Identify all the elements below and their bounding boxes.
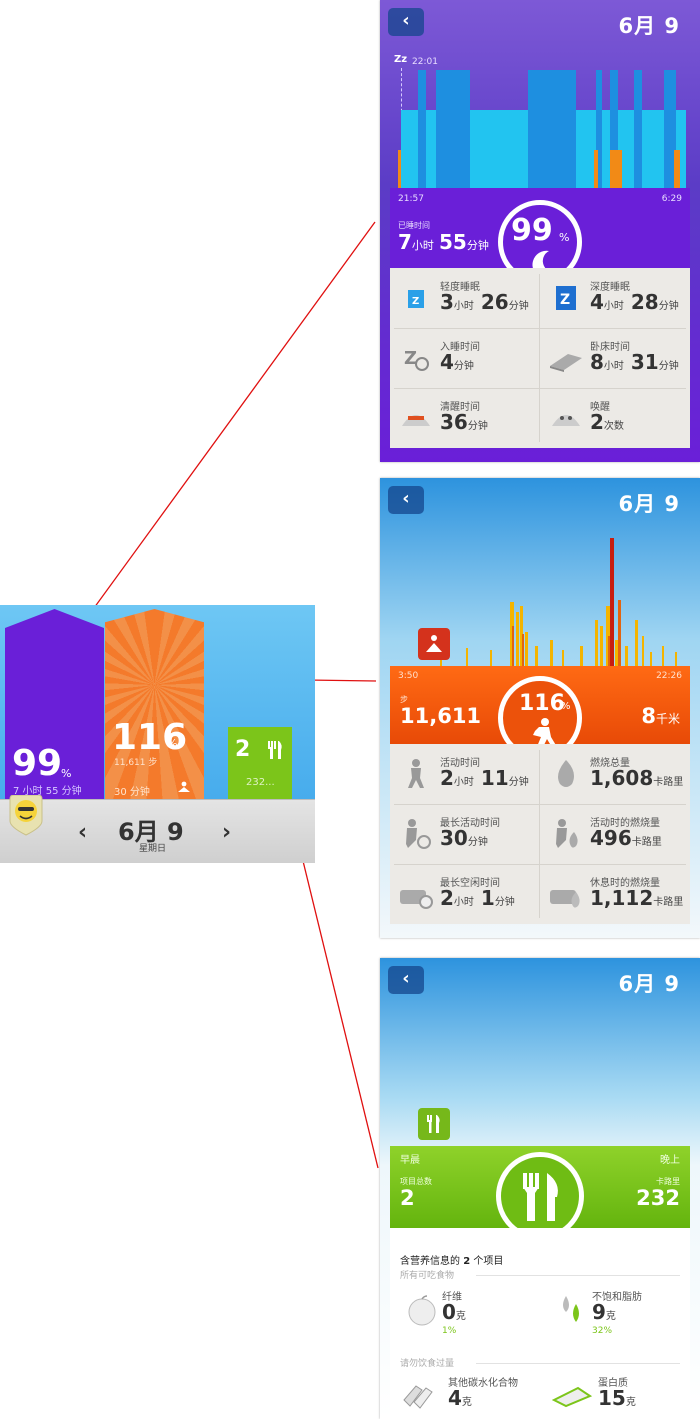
woken-face-icon (548, 402, 584, 434)
stat-woken: 唤醒 2次数 (540, 388, 690, 448)
meal-detail-panel: ‹ 6月 9 早晨 晚上 项目总数 2 卡路里 232 含营养信息的 2 个项目… (380, 958, 700, 1419)
panel-date: 6月 9 (618, 14, 680, 38)
move-stats-grid: 活动时间 2小时 11分钟 燃烧总量 1,608卡路里 最长活动时间 30分钟 … (390, 744, 690, 924)
next-day-button[interactable]: › (222, 820, 231, 845)
sleep-percent-sign: % (61, 767, 72, 780)
nutrition-area: 含营养信息的 2 个项目 所有可吃食物 纤维 0克 1% 不饱和脂肪 9克 32… (390, 1228, 690, 1419)
back-button[interactable]: ‹ (388, 966, 424, 994)
awake-face-icon (398, 402, 434, 434)
back-button[interactable]: ‹ (388, 486, 424, 514)
flame-icon (548, 758, 584, 790)
svg-text:Z: Z (404, 348, 417, 369)
section-good-label: 所有可吃食物 (400, 1271, 455, 1281)
nutrient-fiber: 纤维 0克 1% (390, 1284, 540, 1340)
bed-icon (548, 342, 584, 374)
idle-person-icon (177, 781, 191, 793)
cheese-icon (552, 1378, 592, 1410)
move-detail-panel: ‹ 6月 9 3:50 22:26 步 11,611 8千米 116 % 活动时… (380, 478, 700, 938)
panel-date: 6月 9 (618, 972, 680, 996)
stat-longest-active: 最长活动时间 30分钟 (390, 804, 540, 864)
meal-badge-icon (418, 1108, 450, 1140)
move-time-start: 3:50 (398, 671, 419, 681)
sleep-graph (398, 70, 686, 190)
runner-clock-icon (398, 818, 434, 850)
steps-value: 11,611 (400, 704, 482, 728)
nutrition-info: 含营养信息的 2 个项目 (400, 1256, 504, 1267)
connector-sleep (77, 221, 376, 631)
calories-value: 232 (636, 1186, 680, 1210)
morning-label: 早晨 (400, 1155, 420, 1166)
distance-value: 8千米 (641, 704, 680, 728)
sleep-time-start: 21:57 (398, 194, 424, 204)
fall-asleep-icon: Z (398, 342, 434, 374)
meal-calories: 232... (246, 777, 275, 788)
nutrient-protein: 蛋白质 15克 (540, 1370, 690, 1418)
svg-text:Z: Z (412, 296, 419, 307)
svg-text:Z: Z (560, 292, 570, 308)
move-score: 116 (519, 691, 565, 716)
sleep-stats-grid: Z 轻度睡眠 3小时 26分钟 Z 深度睡眠 4小时 28分钟 Z 入睡时间 4… (390, 268, 690, 448)
stat-deep-sleep: Z 深度睡眠 4小时 28分钟 (540, 268, 690, 328)
sleep-bar[interactable]: 99 % 7 小时 55 分钟 (5, 609, 104, 799)
stat-active-burn: 活动时的燃烧量 496卡路里 (540, 804, 690, 864)
section-limit-label: 请勿饮食过量 (400, 1359, 455, 1369)
meal-ring[interactable] (496, 1152, 584, 1240)
fork-knife-icon (517, 1169, 565, 1225)
sleep-detail-panel: ‹ 6月 9 Zz 22:01 21:57 6:29 已睡时间 7小时 55分钟… (380, 0, 700, 462)
items-value: 2 (400, 1186, 415, 1210)
fork-knife-icon (266, 739, 284, 761)
summary-card: 99 % 7 小时 55 分钟 116 % 11,611 步 30 分钟 2 2… (0, 605, 315, 863)
oil-drops-icon (554, 1294, 590, 1326)
move-steps: 11,611 步 (114, 758, 158, 768)
meditate-badge-icon (418, 628, 450, 660)
sleep-percent: 99 (12, 743, 63, 784)
stat-total-burn: 燃烧总量 1,608卡路里 (540, 744, 690, 804)
zzz-icon: Zz (394, 54, 408, 65)
avatar[interactable] (8, 795, 44, 837)
asleep-value: 7小时 55分钟 (398, 230, 489, 254)
sofa-flame-icon (548, 878, 584, 910)
walker-icon (398, 758, 434, 790)
stat-rest-burn: 休息时的燃烧量 1,112卡路里 (540, 864, 690, 924)
meal-count: 2 (235, 737, 251, 762)
meal-bar[interactable]: 2 232... (228, 727, 292, 799)
date-bar: ‹ 6月 9 星期日 › (0, 799, 315, 863)
sleep-time-end: 6:29 (661, 194, 682, 204)
stat-in-bed: 卧床时间 8小时 31分钟 (540, 328, 690, 388)
stat-active-time: 活动时间 2小时 11分钟 (390, 744, 540, 804)
nutrient-other-carbs: 其他碳水化合物 4克 (390, 1370, 540, 1418)
evening-label: 晚上 (660, 1155, 680, 1166)
panel-date: 6月 9 (618, 492, 680, 516)
runner-flame-icon (548, 818, 584, 850)
summary-weekday: 星期日 (139, 844, 167, 854)
nutrient-unsat-fat: 不饱和脂肪 9克 32% (540, 1284, 690, 1340)
move-percent-sign: % (167, 737, 178, 750)
sleep-score-sign: % (559, 231, 570, 244)
back-button[interactable]: ‹ (388, 8, 424, 36)
sofa-clock-icon (398, 878, 434, 910)
apple-icon (404, 1294, 440, 1326)
move-score-sign: % (561, 701, 571, 712)
move-time-end: 22:26 (656, 671, 682, 681)
move-idle: 30 分钟 (114, 787, 150, 798)
stat-fall-asleep: Z 入睡时间 4分钟 (390, 328, 540, 388)
move-bar[interactable]: 116 % 11,611 步 30 分钟 (105, 609, 204, 799)
prev-day-button[interactable]: ‹ (78, 820, 87, 845)
stat-awake-time: 清醒时间 36分钟 (390, 388, 540, 448)
sleep-score: 99 (511, 213, 553, 248)
stat-light-sleep: Z 轻度睡眠 3小时 26分钟 (390, 268, 540, 328)
stat-longest-idle: 最长空闲时间 2小时 1分钟 (390, 864, 540, 924)
light-sleep-icon: Z (398, 282, 434, 314)
bread-icon (402, 1378, 438, 1410)
deep-sleep-icon: Z (548, 282, 584, 314)
